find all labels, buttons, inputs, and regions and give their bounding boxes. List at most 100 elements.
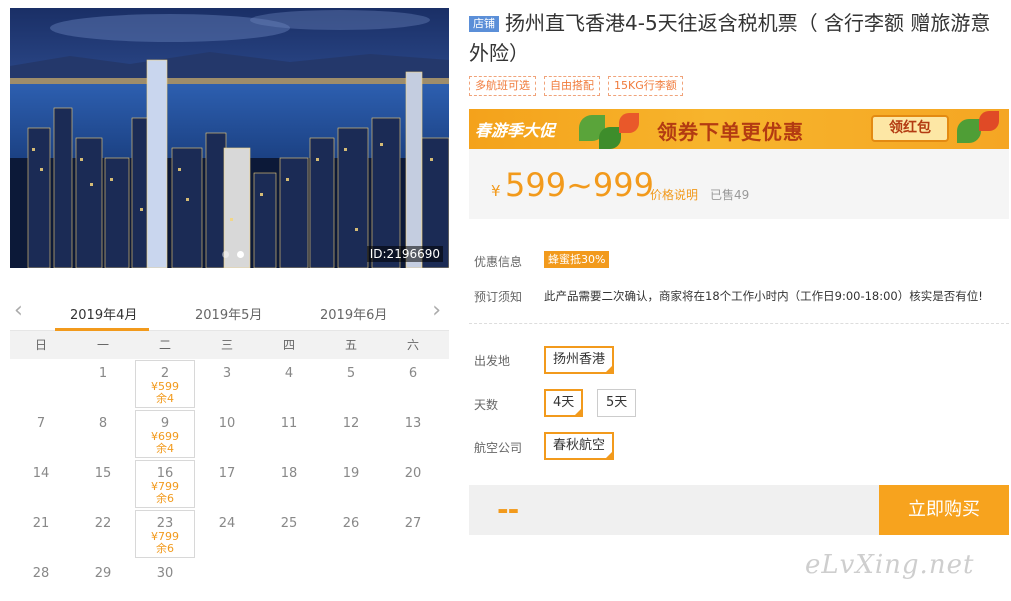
calendar-day: 7 [10, 409, 72, 459]
product-photo[interactable]: ID:2196690 [10, 8, 449, 268]
weekday-label: 四 [282, 338, 295, 352]
calendar-day-number: 18 [280, 466, 298, 481]
slide-dot-active[interactable] [237, 251, 244, 258]
flower-decoration-icon [619, 113, 639, 133]
calendar-day-number: 24 [218, 516, 236, 531]
calendar-day-number: 29 [94, 566, 112, 581]
watermark-logo: eLvXing.net [805, 550, 975, 580]
slide-dot[interactable] [222, 251, 229, 258]
calendar-day-available[interactable]: 23 ¥799 余6 [135, 510, 195, 558]
calendar-day-available[interactable]: 9 ¥699 余4 [135, 410, 195, 458]
calendar-day-number: 27 [404, 516, 422, 531]
calendar-day: 25 [258, 509, 320, 559]
calendar-day: 5 [320, 359, 382, 409]
weekday-label: 一 [96, 338, 109, 352]
calendar-day-number: 2 [160, 366, 170, 381]
weekday-header: 日 一 二 三 四 五 六 [10, 331, 449, 359]
next-month-arrow-icon[interactable]: › [432, 300, 441, 322]
calendar-day: 30 [134, 559, 196, 601]
weekday-label: 日 [34, 338, 47, 352]
calendar-day: 12 [320, 409, 382, 459]
feature-tag: 15KG行李额 [608, 76, 683, 96]
calendar-day-number: 10 [218, 416, 236, 431]
currency-symbol: ¥ [491, 182, 501, 200]
shop-badge: 店铺 [469, 16, 499, 32]
buy-now-button[interactable]: 立即购买 [879, 485, 1009, 535]
calendar-day-number: 3 [222, 366, 232, 381]
active-month-underline [55, 328, 149, 331]
photo-id-label: ID:2196690 [366, 246, 443, 262]
feature-tag: 自由搭配 [544, 76, 600, 96]
calendar-day-number: 22 [94, 516, 112, 531]
product-title: 店铺 扬州直飞香港4-5天往返含税机票（ 含行李额 赠旅游意外险） [469, 8, 1009, 68]
departure-option-selected[interactable]: 扬州香港 [544, 346, 615, 374]
calendar-day: 14 [10, 459, 72, 509]
tab-month-3[interactable]: 2019年6月 [320, 304, 387, 323]
tab-month-2[interactable]: 2019年5月 [195, 304, 262, 323]
calendar-day: 8 [72, 409, 134, 459]
calendar-day: 6 [382, 359, 444, 409]
discount-badge: 蜂蜜抵30% [544, 251, 610, 268]
price-calendar: ‹ 2019年4月 2019年5月 2019年6月 › 日 一 二 三 四 五 … [10, 295, 449, 601]
calendar-empty-cell [10, 359, 72, 409]
promo-headline: 领券下单更优惠 [657, 120, 804, 144]
claim-red-packet-button[interactable]: 领红包 [871, 115, 949, 142]
calendar-day-number: 9 [160, 416, 170, 431]
airline-option-selected[interactable]: 春秋航空 [544, 432, 615, 460]
calendar-day: 27 [382, 509, 444, 559]
calendar-day-number: 12 [342, 416, 360, 431]
calendar-day-number: 14 [32, 466, 50, 481]
price-box: ¥ 599~999 价格说明 已售49 [469, 149, 1009, 219]
section-divider [469, 323, 1009, 324]
calendar-day: 29 [72, 559, 134, 601]
notice-text: 此产品需要二次确认，商家将在18个工作小时内（工作日9:00-18:00）核实是… [544, 289, 983, 303]
airline-label: 航空公司 [474, 441, 523, 455]
calendar-day: 24 [196, 509, 258, 559]
weekday-label: 六 [406, 338, 419, 352]
notice-label: 预订须知 [474, 290, 523, 304]
calendar-day: 1 [72, 359, 134, 409]
calendar-day: 18 [258, 459, 320, 509]
calendar-day-number: 5 [346, 366, 356, 381]
calendar-day-number: 25 [280, 516, 298, 531]
calendar-day-number: 6 [408, 366, 418, 381]
calendar-day: 10 [196, 409, 258, 459]
discount-label: 优惠信息 [474, 255, 523, 269]
calendar-day: 19 [320, 459, 382, 509]
calendar-day: 26 [320, 509, 382, 559]
calendar-day: 20 [382, 459, 444, 509]
calendar-day: 21 [10, 509, 72, 559]
days-option-selected[interactable]: 4天 [544, 389, 584, 417]
prev-month-arrow-icon[interactable]: ‹ [14, 300, 23, 322]
calendar-day-number: 30 [156, 566, 174, 581]
calendar-day-number: 7 [36, 416, 46, 431]
tab-month-1[interactable]: 2019年4月 [70, 304, 137, 323]
product-page: ID:2196690 ‹ 2019年4月 2019年5月 2019年6月 › 日… [0, 0, 1011, 601]
leaf-decoration-icon [599, 127, 621, 149]
calendar-day-number: 23 [156, 516, 174, 531]
calendar-day: 15 [72, 459, 134, 509]
weekday-label: 三 [220, 338, 233, 352]
month-tabs: ‹ 2019年4月 2019年5月 2019年6月 › [10, 295, 449, 331]
calendar-day-number: 28 [32, 566, 50, 581]
calendar-day-available[interactable]: 16 ¥799 余6 [135, 460, 195, 508]
calendar-day-number: 11 [280, 416, 298, 431]
calendar-day: 11 [258, 409, 320, 459]
promo-banner[interactable]: 春游季大促 领券下单更优惠 领红包 [469, 109, 1009, 149]
calendar-day-number: 4 [284, 366, 294, 381]
calendar-day-available[interactable]: 2 ¥599 余4 [135, 360, 195, 408]
days-option[interactable]: 5天 [597, 389, 637, 417]
calendar-day-number: 19 [342, 466, 360, 481]
calendar-day: 13 [382, 409, 444, 459]
calendar-day-stock: 余4 [156, 392, 174, 405]
calendar-day-number: 17 [218, 466, 236, 481]
photo-slide-dots [222, 251, 244, 258]
calendar-day: 17 [196, 459, 258, 509]
calendar-day-stock: 余6 [156, 492, 174, 505]
calendar-day: 4 [258, 359, 320, 409]
product-title-text: 扬州直飞香港4-5天往返含税机票（ 含行李额 赠旅游意外险） [469, 11, 991, 65]
total-price: -- [497, 493, 519, 526]
product-info: 店铺 扬州直飞香港4-5天往返含税机票（ 含行李额 赠旅游意外险） 多航班可选 自… [469, 8, 1009, 96]
price-explain-link[interactable]: 价格说明 [650, 186, 698, 203]
calendar-day: 3 [196, 359, 258, 409]
